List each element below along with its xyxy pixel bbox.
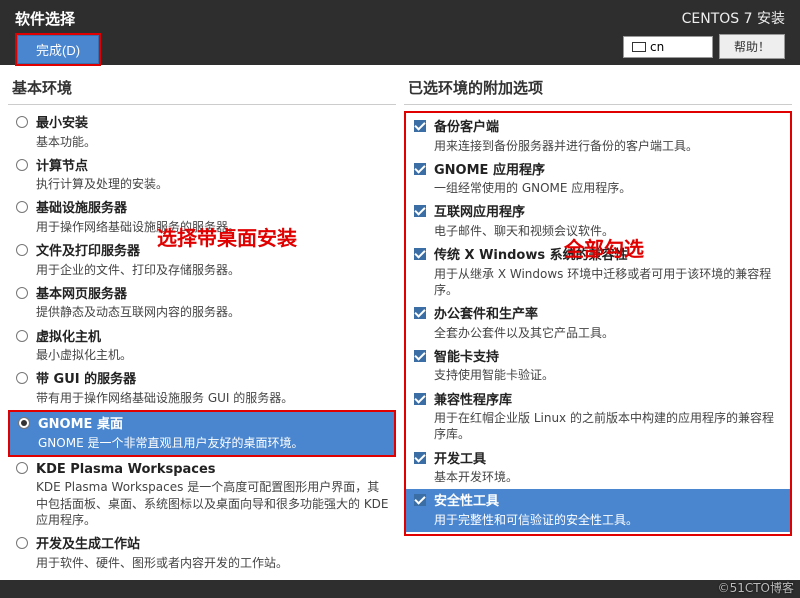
option-desc: 用来连接到备份服务器并进行备份的客户端工具。 <box>434 138 784 154</box>
option-desc: 用于软件、硬件、图形或者内容开发的工作站。 <box>36 555 390 571</box>
option-desc: 用于在红帽企业版 Linux 的之前版本中构建的应用程序的兼容程序库。 <box>434 410 784 442</box>
addon-option[interactable]: 智能卡支持支持使用智能卡验证。 <box>406 345 790 388</box>
separator <box>404 104 792 105</box>
page-title: 软件选择 <box>15 8 101 29</box>
option-title: 带 GUI 的服务器 <box>36 371 390 389</box>
checkbox-icon <box>414 393 426 405</box>
radio-icon <box>16 287 28 299</box>
environment-heading: 基本环境 <box>8 77 396 98</box>
checkbox-icon <box>414 120 426 132</box>
radio-icon <box>16 201 28 213</box>
watermark: ©51CTO博客 <box>718 579 794 596</box>
annotation-box-done: 完成(D) <box>15 33 101 66</box>
annotation-box-gnome: GNOME 桌面GNOME 是一个非常直观且用户友好的桌面环境。 <box>8 410 396 457</box>
environment-option[interactable]: 文件及打印服务器用于企业的文件、打印及存储服务器。 <box>8 239 396 282</box>
option-title: 计算节点 <box>36 158 390 176</box>
option-title: KDE Plasma Workspaces <box>36 461 390 479</box>
checkbox-icon <box>414 350 426 362</box>
option-desc: 电子邮件、聊天和视频会议软件。 <box>434 223 784 239</box>
option-title: 开发工具 <box>434 451 784 469</box>
checkbox-icon <box>414 307 426 319</box>
radio-icon <box>16 330 28 342</box>
option-title: 基本网页服务器 <box>36 286 390 304</box>
option-title: 安全性工具 <box>434 493 784 511</box>
addon-option[interactable]: GNOME 应用程序一组经常使用的 GNOME 应用程序。 <box>406 158 790 201</box>
option-desc: 用于操作网络基础设施服务的服务器。 <box>36 219 390 235</box>
option-title: 备份客户端 <box>434 119 784 137</box>
checkbox-icon <box>414 163 426 175</box>
radio-icon <box>16 372 28 384</box>
option-desc: 提供静态及动态互联网内容的服务器。 <box>36 304 390 320</box>
help-button[interactable]: 帮助！ <box>719 34 785 59</box>
addon-option[interactable]: 互联网应用程序电子邮件、聊天和视频会议软件。 <box>406 200 790 243</box>
option-desc: 最小虚拟化主机。 <box>36 347 390 363</box>
option-title: 最小安装 <box>36 115 390 133</box>
done-button[interactable]: 完成(D) <box>17 35 99 64</box>
environment-option[interactable]: 最小安装基本功能。 <box>8 111 396 154</box>
option-desc: 基本开发环境。 <box>434 469 784 485</box>
environment-option[interactable]: 计算节点执行计算及处理的安装。 <box>8 154 396 197</box>
option-desc: 用于从继承 X Windows 环境中迁移或者可用于该环境的兼容程序。 <box>434 266 784 298</box>
radio-icon <box>16 116 28 128</box>
addon-option[interactable]: 办公套件和生产率全套办公套件以及其它产品工具。 <box>406 302 790 345</box>
annotation-box-addons: 备份客户端用来连接到备份服务器并进行备份的客户端工具。GNOME 应用程序一组经… <box>404 111 792 536</box>
option-desc: 执行计算及处理的安装。 <box>36 176 390 192</box>
option-title: 虚拟化主机 <box>36 329 390 347</box>
option-title: 传统 X Windows 系统的兼容性 <box>434 247 784 265</box>
content-area: 基本环境 最小安装基本功能。计算节点执行计算及处理的安装。基础设施服务器用于操作… <box>0 65 800 580</box>
option-desc: 一组经常使用的 GNOME 应用程序。 <box>434 180 784 196</box>
option-desc: 基本功能。 <box>36 134 390 150</box>
option-desc: 用于企业的文件、打印及存储服务器。 <box>36 262 390 278</box>
addon-option[interactable]: 传统 X Windows 系统的兼容性用于从继承 X Windows 环境中迁移… <box>406 243 790 302</box>
radio-icon <box>16 537 28 549</box>
installer-label: CENTOS 7 安装 <box>623 8 785 28</box>
topbar: 软件选择 完成(D) CENTOS 7 安装 cn 帮助！ <box>0 0 800 65</box>
environment-option[interactable]: GNOME 桌面GNOME 是一个非常直观且用户友好的桌面环境。 <box>10 412 394 455</box>
keyboard-layout-selector[interactable]: cn <box>623 36 713 58</box>
environment-list: 最小安装基本功能。计算节点执行计算及处理的安装。基础设施服务器用于操作网络基础设… <box>8 111 396 575</box>
option-title: 互联网应用程序 <box>434 204 784 222</box>
addon-column: 已选环境的附加选项 备份客户端用来连接到备份服务器并进行备份的客户端工具。GNO… <box>404 77 792 572</box>
option-title: 办公套件和生产率 <box>434 306 784 324</box>
option-title: GNOME 应用程序 <box>434 162 784 180</box>
option-desc: GNOME 是一个非常直观且用户友好的桌面环境。 <box>38 435 388 451</box>
addon-option[interactable]: 兼容性程序库用于在红帽企业版 Linux 的之前版本中构建的应用程序的兼容程序库… <box>406 388 790 447</box>
environment-option[interactable]: 基本网页服务器提供静态及动态互联网内容的服务器。 <box>8 282 396 325</box>
checkbox-icon <box>414 205 426 217</box>
option-desc: 带有用于操作网络基础设施服务 GUI 的服务器。 <box>36 390 390 406</box>
environment-column: 基本环境 最小安装基本功能。计算节点执行计算及处理的安装。基础设施服务器用于操作… <box>8 77 396 572</box>
option-desc: 支持使用智能卡验证。 <box>434 367 784 383</box>
addon-list: 备份客户端用来连接到备份服务器并进行备份的客户端工具。GNOME 应用程序一组经… <box>406 115 790 532</box>
environment-option[interactable]: 基础设施服务器用于操作网络基础设施服务的服务器。 <box>8 196 396 239</box>
environment-option[interactable]: 带 GUI 的服务器带有用于操作网络基础设施服务 GUI 的服务器。 <box>8 367 396 410</box>
option-desc: 全套办公套件以及其它产品工具。 <box>434 325 784 341</box>
addon-option[interactable]: 安全性工具用于完整性和可信验证的安全性工具。 <box>406 489 790 532</box>
checkbox-icon <box>414 494 426 506</box>
option-desc: KDE Plasma Workspaces 是一个高度可配置图形用户界面，其中包… <box>36 479 390 528</box>
option-title: 基础设施服务器 <box>36 200 390 218</box>
radio-icon <box>18 417 30 429</box>
radio-icon <box>16 159 28 171</box>
option-title: 文件及打印服务器 <box>36 243 390 261</box>
radio-icon <box>16 462 28 474</box>
radio-icon <box>16 244 28 256</box>
separator <box>8 104 396 105</box>
option-title: 开发及生成工作站 <box>36 536 390 554</box>
environment-option[interactable]: KDE Plasma WorkspacesKDE Plasma Workspac… <box>8 457 396 532</box>
option-title: 智能卡支持 <box>434 349 784 367</box>
checkbox-icon <box>414 248 426 260</box>
option-desc: 用于完整性和可信验证的安全性工具。 <box>434 512 784 528</box>
environment-option[interactable]: 开发及生成工作站用于软件、硬件、图形或者内容开发的工作站。 <box>8 532 396 575</box>
addon-option[interactable]: 开发工具基本开发环境。 <box>406 447 790 490</box>
environment-option[interactable]: 虚拟化主机最小虚拟化主机。 <box>8 325 396 368</box>
option-title: GNOME 桌面 <box>38 416 388 434</box>
addon-heading: 已选环境的附加选项 <box>404 77 792 98</box>
addon-option[interactable]: 备份客户端用来连接到备份服务器并进行备份的客户端工具。 <box>406 115 790 158</box>
checkbox-icon <box>414 452 426 464</box>
option-title: 兼容性程序库 <box>434 392 784 410</box>
keyboard-icon <box>632 42 646 52</box>
